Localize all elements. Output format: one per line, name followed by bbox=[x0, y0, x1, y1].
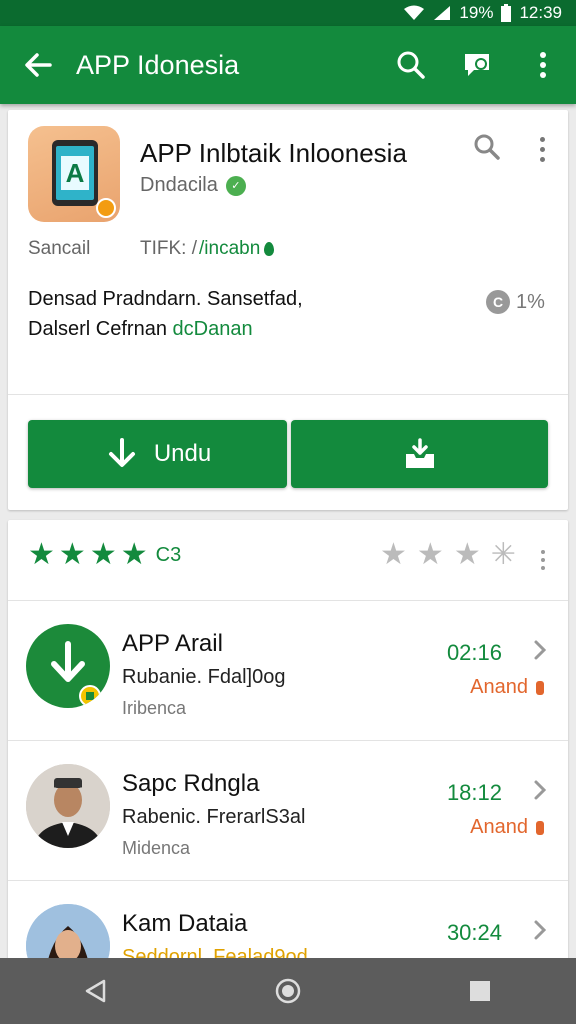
verified-icon: ✓ bbox=[225, 175, 246, 196]
divider bbox=[8, 394, 568, 395]
list-item-time: 30:24 bbox=[446, 920, 502, 945]
download-arrow-icon bbox=[108, 438, 135, 467]
tag-link[interactable]: TIFK: //incabn bbox=[140, 238, 275, 260]
home-circle-icon[interactable] bbox=[258, 961, 318, 1021]
status-bar: 19% 12:39 bbox=[0, 0, 576, 26]
avatar bbox=[26, 764, 110, 848]
rating-stars: ★ ★ ★ ★ C3 bbox=[28, 540, 181, 570]
list-item-meta: Iribenca bbox=[122, 698, 187, 718]
list-item-time: 02:16 bbox=[446, 640, 502, 665]
system-nav-bar bbox=[0, 958, 576, 1024]
chevron-right-icon[interactable] bbox=[530, 918, 550, 942]
app-badge-icon bbox=[96, 198, 116, 218]
list-item-name: Sapc Rdngla bbox=[122, 770, 260, 797]
battery-icon bbox=[501, 4, 512, 22]
star-empty-icon[interactable]: ★ bbox=[454, 540, 481, 570]
more-vert-icon[interactable] bbox=[510, 26, 576, 104]
list-item-status: Anand bbox=[470, 676, 544, 699]
location-pin-icon bbox=[264, 242, 275, 256]
list-item-name: APP Arail bbox=[122, 630, 223, 657]
developer-name: Dndacila bbox=[140, 174, 218, 196]
app-description: Densad Pradndarn. Sansetfad, Dalserl Cef… bbox=[28, 284, 448, 344]
rating-count: C3 bbox=[155, 543, 182, 566]
wifi-icon bbox=[403, 5, 425, 21]
star-filled-icon: ★ bbox=[28, 538, 55, 571]
category-label: Sancail bbox=[28, 238, 91, 259]
clock-icon: C bbox=[486, 290, 510, 314]
install-button[interactable]: Undu bbox=[28, 420, 287, 488]
tag-prefix: TIFK: / bbox=[140, 238, 197, 259]
app-size: C 1% bbox=[486, 290, 545, 314]
chevron-right-icon[interactable] bbox=[530, 778, 550, 802]
card-more-icon[interactable] bbox=[530, 132, 554, 166]
tag-link-text: /incabn bbox=[199, 238, 261, 259]
phone-graphic: A bbox=[52, 140, 98, 206]
download-avatar-icon bbox=[26, 624, 110, 708]
rating-more-icon[interactable] bbox=[538, 546, 548, 574]
status-pill-icon bbox=[536, 680, 544, 695]
app-icon[interactable]: A bbox=[28, 126, 120, 222]
star-empty-icon[interactable]: ★ bbox=[417, 540, 444, 570]
battery-percent: 19% bbox=[459, 3, 494, 22]
list-item-subtitle: Rubanie. Fdal]0og bbox=[122, 666, 286, 688]
star-filled-icon: ★ bbox=[58, 538, 86, 571]
save-to-device-button[interactable] bbox=[291, 420, 548, 488]
back-triangle-icon[interactable] bbox=[66, 961, 126, 1021]
developer[interactable]: Dndacila ✓ bbox=[140, 174, 246, 197]
signal-icon bbox=[433, 5, 451, 21]
app-size-value: 1% bbox=[516, 290, 545, 313]
app-title: APP Inlbtaik Inloonesia bbox=[140, 138, 407, 168]
list-item-status-text: Anand bbox=[470, 816, 528, 838]
description-line-2-text: Dalserl Cefrnan bbox=[28, 318, 173, 340]
recents-square-icon[interactable] bbox=[450, 961, 510, 1021]
back-arrow-icon[interactable] bbox=[0, 26, 76, 104]
list-item-name: Kam Dataia bbox=[122, 910, 248, 937]
inbox-download-icon bbox=[405, 438, 434, 468]
description-line-1: Densad Pradndarn. Sansetfad, bbox=[28, 288, 303, 310]
install-button-label: Undu bbox=[153, 440, 212, 467]
app-bar: APP Idonesia bbox=[0, 26, 576, 104]
list-item[interactable]: Sapc Rdngla Rabenic. FrerarlS3al Midenca… bbox=[8, 740, 568, 880]
star-empty-icon[interactable]: ✳ bbox=[491, 540, 516, 570]
rate-stars-input[interactable]: ★ ★ ★ ✳ bbox=[380, 540, 516, 570]
description-line-2-link[interactable]: dcDanan bbox=[173, 318, 253, 340]
app-bar-title: APP Idonesia bbox=[76, 49, 240, 80]
search-icon[interactable] bbox=[378, 26, 444, 104]
description-line-2: Dalserl Cefrnan dcDanan bbox=[28, 314, 448, 344]
list-item-status-text: Anand bbox=[470, 676, 528, 698]
star-filled-icon: ★ bbox=[120, 538, 148, 571]
list-item-status: Anand bbox=[470, 816, 544, 839]
list-item-meta: Midenca bbox=[122, 838, 191, 858]
star-empty-icon[interactable]: ★ bbox=[380, 540, 407, 570]
star-filled-icon: ★ bbox=[89, 538, 117, 571]
app-detail-card: A APP Inlbtaik Inloonesia Dndacila ✓ San… bbox=[8, 110, 568, 510]
list-item-subtitle: Rabenic. FrerarlS3al bbox=[122, 806, 306, 828]
rating-row: ★ ★ ★ ★ C3 ★ ★ ★ ✳ bbox=[8, 520, 568, 600]
status-pill-icon bbox=[536, 820, 544, 835]
list-item[interactable]: Kam Dataia Seddornl. Fealad9od 30:24 bbox=[8, 880, 568, 970]
status-time: 12:39 bbox=[519, 3, 562, 22]
list-card: ★ ★ ★ ★ C3 ★ ★ ★ ✳ APP Arail Rubanie. Fd… bbox=[8, 520, 568, 970]
feedback-icon[interactable] bbox=[444, 26, 510, 104]
list-item-time: 18:12 bbox=[446, 780, 502, 805]
list-item[interactable]: APP Arail Rubanie. Fdal]0og Iribenca 02:… bbox=[8, 600, 568, 740]
card-search-icon[interactable] bbox=[472, 132, 506, 166]
chevron-right-icon[interactable] bbox=[530, 638, 550, 662]
